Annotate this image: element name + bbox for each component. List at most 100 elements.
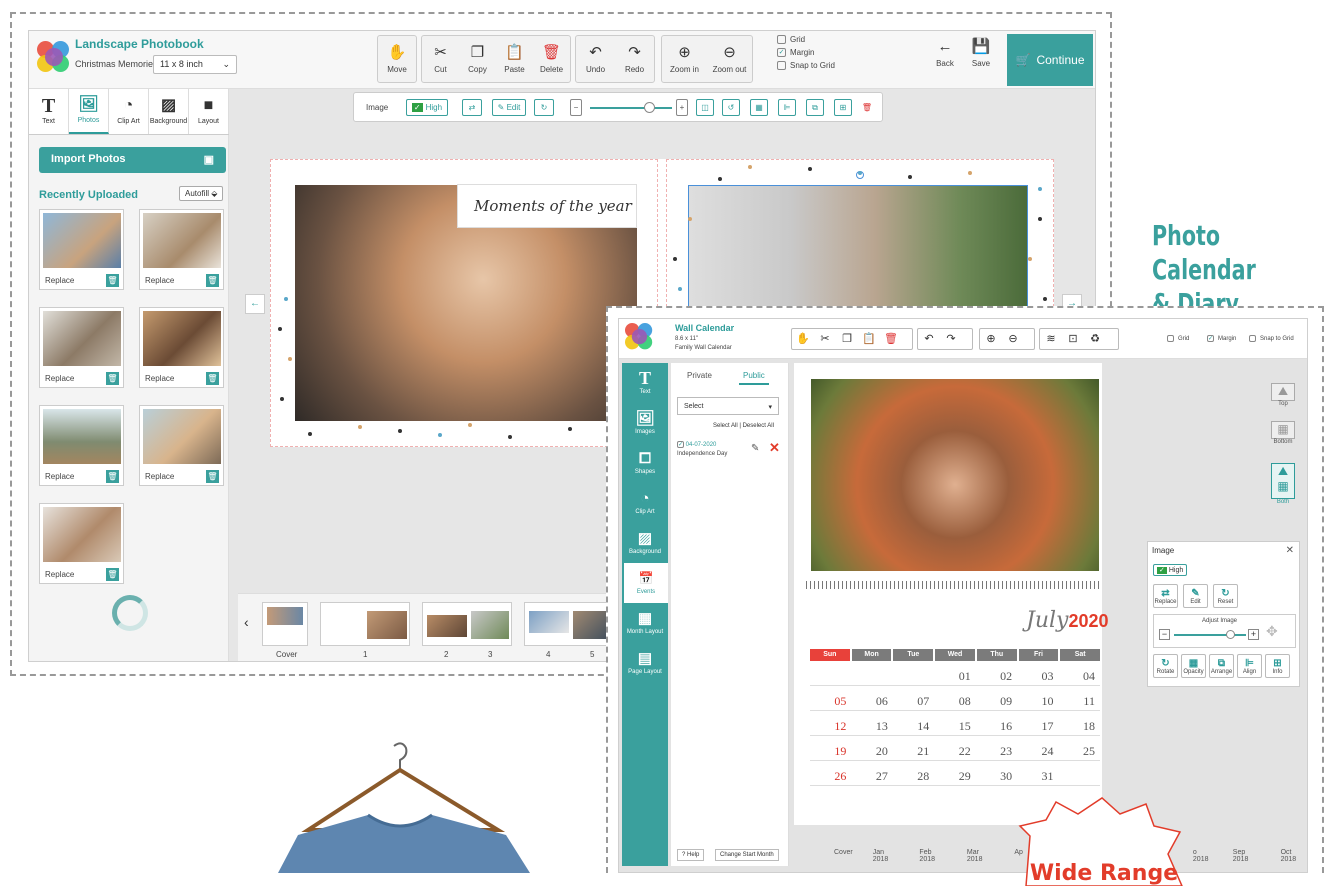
day-cell[interactable]: 31 bbox=[1017, 761, 1058, 785]
day-cell[interactable]: 19 bbox=[810, 736, 851, 760]
month-aug[interactable]: o 2018 bbox=[1193, 849, 1213, 867]
tab-photos[interactable]: 🖼 Photos bbox=[69, 89, 109, 134]
snap-checkbox[interactable]: Snap to Grid bbox=[777, 61, 835, 70]
reset-button[interactable]: ↻ Reset bbox=[1213, 584, 1238, 608]
sidebar-item-images[interactable]: 🖼 Images bbox=[622, 403, 668, 443]
sidebar-item-shapes[interactable]: ⧠ Shapes bbox=[622, 443, 668, 483]
tab-background[interactable]: ▨ Background bbox=[149, 89, 189, 134]
continue-button[interactable]: 🛒 Continue bbox=[1007, 34, 1093, 86]
month-mar[interactable]: Mar 2018 bbox=[967, 849, 994, 867]
replace-button[interactable]: ⇄ Replace bbox=[1153, 584, 1178, 608]
zoom-in-button[interactable]: ⊕ Zoom in bbox=[662, 36, 707, 82]
size-select[interactable]: 11 x 8 inch ⌄ bbox=[153, 55, 237, 74]
zoom-in-icon[interactable]: ⊕ bbox=[980, 329, 1002, 349]
tab-layout[interactable]: ■ Layout bbox=[189, 89, 229, 134]
day-cell[interactable]: 18 bbox=[1059, 711, 1100, 735]
trash-icon[interactable]: 🗑 bbox=[206, 274, 219, 287]
layers-icon[interactable]: ≋ bbox=[1040, 329, 1062, 349]
zoom-out-icon[interactable]: ⊖ bbox=[1002, 329, 1024, 349]
hand-icon[interactable]: ✋ bbox=[792, 329, 814, 349]
trash-icon[interactable]: 🗑 bbox=[860, 99, 874, 116]
scissors-icon[interactable]: ✂ bbox=[814, 329, 836, 349]
day-cell[interactable]: 29 bbox=[934, 761, 975, 785]
page-thumb-4-5[interactable] bbox=[524, 602, 614, 646]
page-thumb-cover[interactable] bbox=[262, 602, 308, 646]
trash-icon[interactable]: 🗑 bbox=[880, 329, 902, 349]
redo-button[interactable]: ↷ Redo bbox=[615, 36, 654, 82]
back-button[interactable]: ← Back bbox=[925, 39, 965, 68]
layout-option-both[interactable]: ⛰ ▦ Both bbox=[1271, 463, 1295, 505]
page-thumb-1[interactable] bbox=[320, 602, 410, 646]
trash-icon[interactable]: 🗑 bbox=[106, 372, 119, 385]
paste-button[interactable]: 📋 Paste bbox=[496, 36, 533, 82]
slider-handle[interactable] bbox=[644, 102, 655, 113]
trash-icon[interactable]: 🗑 bbox=[206, 372, 219, 385]
day-cell[interactable]: 14 bbox=[893, 711, 934, 735]
trash-icon[interactable]: 🗑 bbox=[206, 470, 219, 483]
month-jan[interactable]: Jan 2018 bbox=[873, 849, 900, 867]
day-cell[interactable]: 08 bbox=[934, 686, 975, 710]
slider-handle[interactable] bbox=[1226, 630, 1235, 639]
day-cell[interactable]: 12 bbox=[810, 711, 851, 735]
photo-thumb[interactable]: Replace 🗑 bbox=[139, 405, 224, 486]
day-cell[interactable]: 13 bbox=[851, 711, 892, 735]
page-thumb-2-3[interactable] bbox=[422, 602, 512, 646]
copy-button[interactable]: ❐ Copy bbox=[459, 36, 496, 82]
save-button[interactable]: 💾 Save bbox=[961, 39, 1001, 68]
tab-text[interactable]: T Text bbox=[29, 89, 69, 134]
sidebar-item-clip-art[interactable]: ◔ Clip Art bbox=[622, 483, 668, 523]
day-cell[interactable]: 28 bbox=[893, 761, 934, 785]
edit-button[interactable]: ✎ Edit bbox=[492, 99, 526, 116]
redo-icon[interactable]: ↷ bbox=[940, 329, 962, 349]
day-cell[interactable] bbox=[851, 661, 892, 685]
quality-badge[interactable]: ✓ High bbox=[1153, 564, 1188, 576]
rotate-icon[interactable]: ↺ bbox=[722, 99, 740, 116]
text-box-icon[interactable]: ⊡ bbox=[1062, 329, 1084, 349]
replace-icon[interactable]: ⇄ bbox=[462, 99, 482, 116]
minus-icon[interactable]: − bbox=[1159, 629, 1170, 640]
grid-checkbox[interactable]: Grid bbox=[777, 35, 805, 44]
plus-icon[interactable]: + bbox=[676, 99, 688, 116]
tab-clip-art[interactable]: ◔ Clip Art bbox=[109, 89, 149, 134]
chevron-left-icon[interactable]: ‹ bbox=[244, 614, 249, 630]
snap-checkbox[interactable]: Snap to Grid bbox=[1249, 335, 1294, 342]
day-cell[interactable]: 05 bbox=[810, 686, 851, 710]
layout-option-bottom[interactable]: ▦ Bottom bbox=[1271, 421, 1295, 445]
day-cell[interactable]: 10 bbox=[1017, 686, 1058, 710]
margin-checkbox[interactable]: ✓ Margin bbox=[777, 48, 814, 57]
day-cell[interactable]: 20 bbox=[851, 736, 892, 760]
event-select[interactable]: Select ▾ bbox=[677, 397, 779, 415]
align-button[interactable]: ⊫ Align bbox=[1237, 654, 1262, 678]
help-button[interactable]: ? Help bbox=[677, 849, 705, 861]
sidebar-item-month-layout[interactable]: ▦ Month Layout bbox=[622, 603, 668, 643]
day-cell[interactable]: 26 bbox=[810, 761, 851, 785]
month-cover[interactable]: Cover bbox=[834, 849, 853, 867]
adjust-slider[interactable] bbox=[1174, 634, 1246, 636]
rotate-button[interactable]: ↻ Rotate bbox=[1153, 654, 1178, 678]
move-button[interactable]: ✋ Move bbox=[378, 36, 416, 82]
pencil-icon[interactable]: ✎ bbox=[751, 443, 759, 454]
photo-thumb[interactable]: Replace 🗑 bbox=[39, 307, 124, 388]
photo-thumb[interactable]: Replace 🗑 bbox=[139, 307, 224, 388]
photo-thumb[interactable]: Replace 🗑 bbox=[39, 405, 124, 486]
trash-icon[interactable]: 🗑 bbox=[106, 470, 119, 483]
opacity-icon[interactable]: ▦ bbox=[750, 99, 768, 116]
tab-private[interactable]: Private bbox=[687, 371, 712, 380]
day-cell[interactable]: 04 bbox=[1059, 661, 1100, 685]
close-icon[interactable]: ✕ bbox=[1286, 545, 1294, 556]
day-cell[interactable] bbox=[810, 661, 851, 685]
opacity-button[interactable]: ▦ Opacity bbox=[1181, 654, 1206, 678]
day-cell[interactable]: 30 bbox=[976, 761, 1017, 785]
zoom-slider[interactable] bbox=[590, 107, 672, 109]
sidebar-item-page-layout[interactable]: ▤ Page Layout bbox=[622, 643, 668, 683]
move-arrows-icon[interactable]: ✥ bbox=[1266, 623, 1278, 640]
trash-icon[interactable]: 🗑 bbox=[106, 274, 119, 287]
autofill-button[interactable]: Autofill ⬙ bbox=[179, 186, 224, 201]
trash-icon[interactable]: 🗑 bbox=[106, 568, 119, 581]
day-cell[interactable]: 15 bbox=[934, 711, 975, 735]
day-cell[interactable]: 11 bbox=[1059, 686, 1100, 710]
month-sep[interactable]: Sep 2018 bbox=[1233, 849, 1261, 867]
day-cell[interactable]: 17 bbox=[1017, 711, 1058, 735]
day-cell[interactable]: 27 bbox=[851, 761, 892, 785]
arrange-button[interactable]: ⧉ Arrange bbox=[1209, 654, 1234, 678]
